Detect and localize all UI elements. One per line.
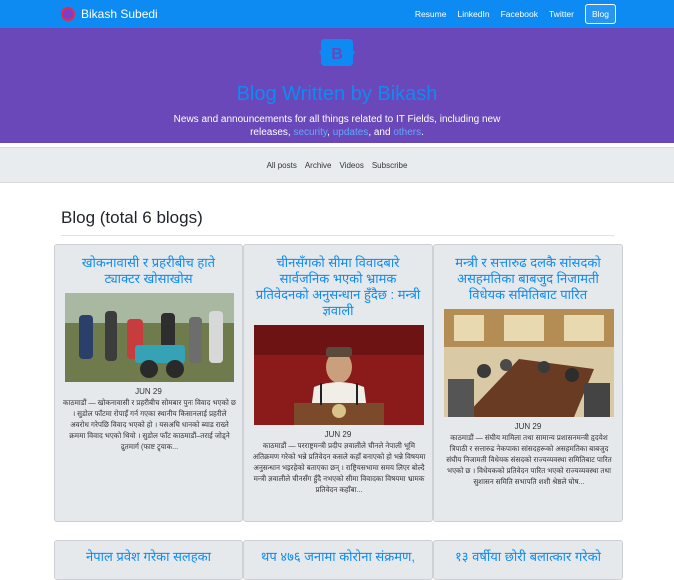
hero-desc-sep: , [327, 127, 330, 138]
post-image-committee[interactable] [444, 309, 614, 417]
hero-title: Blog Written by Bikash [236, 83, 438, 105]
brand-name[interactable]: Bikash Subedi [81, 7, 158, 21]
blog-card[interactable]: खोकनावासी र प्रहरीबीच हाते ट्याक्टर खोसा… [54, 244, 243, 522]
hero-banner: B Blog Written by Bikash News and announ… [0, 28, 674, 143]
nav-link-blog[interactable]: Blog [584, 4, 616, 24]
subnav-archive[interactable]: Archive [305, 161, 332, 170]
blog-subnav: All posts Archive Videos Subscribe [0, 147, 674, 183]
blog-card[interactable]: चीनसँगको सीमा विवादबारे सार्वजनिक भएको भ… [243, 244, 433, 522]
security-link[interactable]: security [293, 127, 327, 138]
blog-card-title[interactable]: मन्त्री र सत्तारुढ दलकै सांसदको असहमतिका… [434, 255, 622, 303]
blog-card-excerpt: काठमाडौं — संघीय मामिला तथा सामान्य प्रश… [446, 433, 612, 486]
hero-desc-end: . [421, 127, 424, 138]
post-image-tractor[interactable] [65, 293, 234, 382]
subnav-videos[interactable]: Videos [340, 161, 364, 170]
brand[interactable]: Bikash Subedi [61, 7, 158, 21]
blog-card[interactable]: थप ४७६ जनामा कोरोना संक्रमण, [243, 540, 433, 580]
post-image-minister[interactable] [254, 325, 424, 425]
nav-link-twitter[interactable]: Twitter [549, 9, 574, 19]
bootstrap-logo-icon: B [318, 39, 356, 66]
blog-card-date: JUN 29 [514, 422, 542, 431]
blog-card-excerpt: काठमाडौं — परराष्ट्रमन्त्री प्रदीप ज्ञवा… [252, 441, 426, 494]
blog-card-date: JUN 29 [135, 387, 162, 396]
hero-desc-sep: , and [368, 127, 391, 138]
section-title: Blog (total 6 blogs) [61, 208, 203, 227]
hero-description: News and announcements for all things re… [167, 113, 507, 139]
blog-card-title[interactable]: थप ४७६ जनामा कोरोना संक्रमण, [244, 549, 432, 565]
blog-card-title[interactable]: नेपाल प्रवेश गरेका सलहका [55, 549, 242, 565]
brand-logo-icon [61, 7, 75, 21]
blog-card-date: JUN 29 [324, 430, 352, 439]
nav-link-facebook[interactable]: Facebook [501, 9, 538, 19]
nav-links: Resume LinkedIn Facebook Twitter Blog [404, 4, 616, 24]
blog-card-title[interactable]: खोकनावासी र प्रहरीबीच हाते ट्याक्टर खोसा… [55, 255, 242, 287]
nav-link-resume[interactable]: Resume [415, 9, 447, 19]
blog-card-excerpt: काठमाडौं — खोकनावासी र प्रहरीबीच सोमबार … [63, 398, 236, 451]
updates-link[interactable]: updates [333, 127, 369, 138]
blog-card-title[interactable]: १३ वर्षीया छोरी बलात्कार गरेको [434, 549, 622, 565]
blog-card[interactable]: नेपाल प्रवेश गरेका सलहका [54, 540, 243, 580]
others-link[interactable]: others [393, 127, 421, 138]
blog-card-title[interactable]: चीनसँगको सीमा विवादबारे सार्वजनिक भएको भ… [244, 255, 432, 319]
blog-card[interactable]: १३ वर्षीया छोरी बलात्कार गरेको [433, 540, 623, 580]
section-divider [61, 235, 614, 236]
subnav-subscribe[interactable]: Subscribe [372, 161, 408, 170]
subnav-all-posts[interactable]: All posts [267, 161, 297, 170]
nav-link-linkedin[interactable]: LinkedIn [457, 9, 489, 19]
blog-card[interactable]: मन्त्री र सत्तारुढ दलकै सांसदको असहमतिका… [433, 244, 623, 522]
svg-text:B: B [331, 46, 343, 63]
top-navbar: Bikash Subedi Resume LinkedIn Facebook T… [0, 0, 674, 28]
